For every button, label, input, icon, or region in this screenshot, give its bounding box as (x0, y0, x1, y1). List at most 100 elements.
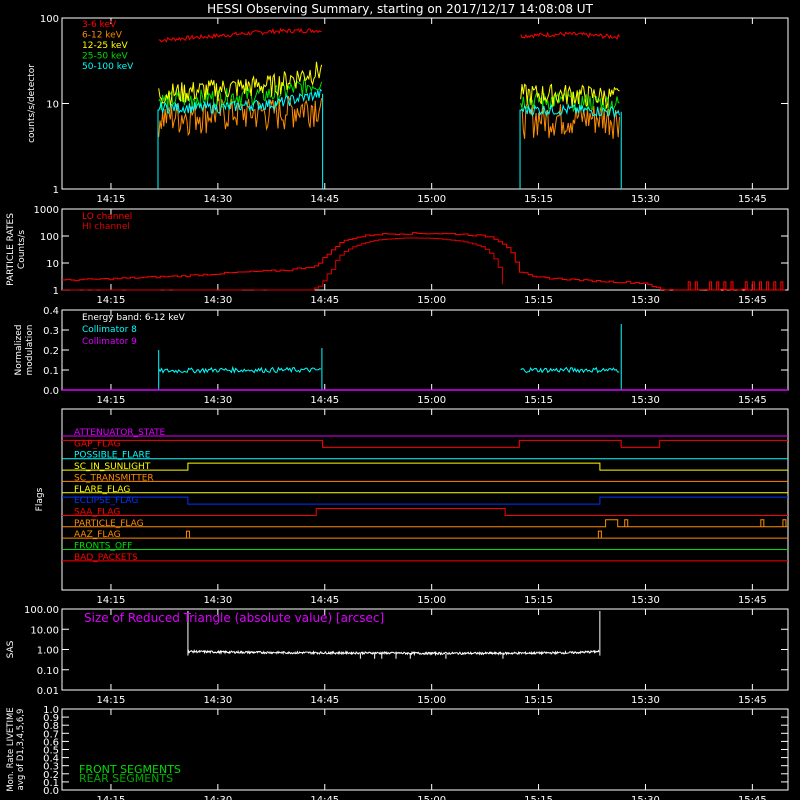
flag-line (62, 519, 788, 528)
series-line-3-6-keV (158, 27, 322, 43)
x-tick-label: 15:45 (738, 795, 767, 800)
x-tick-label: 14:30 (203, 194, 232, 205)
x-tick-label: 15:45 (738, 194, 767, 205)
x-tick-label: 15:15 (524, 795, 553, 800)
x-tick-label: 14:30 (203, 595, 232, 606)
x-tick-label: 14:30 (203, 295, 232, 306)
x-tick-label: 15:45 (738, 695, 767, 706)
flag-label: POSSIBLE_FLARE (74, 451, 151, 461)
flag-label: SC_IN_SUNLIGHT (74, 462, 151, 472)
x-tick-label: 14:30 (203, 695, 232, 706)
particle-rates-panel: 14:15 14:30 14:45 15:00 15:15 15:30 15:45 1 10 10… (6, 205, 789, 306)
x-tick-label: 15:45 (738, 295, 767, 306)
y-tick-label: 0.10 (37, 666, 59, 677)
legend-label: 3-6 keV (82, 20, 117, 30)
sas-panel: 14:15 14:30 14:45 15:00 15:15 15:30 15:45 0.01 0… (6, 605, 789, 706)
modulation-annotation: Energy band: 6-12 keV (82, 313, 186, 323)
y-tick-label: 0.4 (43, 306, 59, 317)
lo-channel-spike (758, 281, 762, 291)
x-tick-label: 14:15 (97, 395, 126, 406)
flag-spike (760, 519, 765, 527)
modulation-ylabel-1: Normalized (14, 324, 24, 375)
hessi-summary-chart: HESSI Observing Summary, starting on 201… (6, 2, 789, 800)
flag-label: FLARE_FLAG (74, 485, 130, 495)
y-tick-label: 1.0 (43, 705, 59, 716)
sas-ylabel: SAS (6, 640, 16, 658)
x-tick-label: 15:30 (631, 395, 660, 406)
legend-label: 12-25 keV (82, 41, 128, 51)
flag-spike (624, 519, 629, 527)
series-line-lo-channel (62, 232, 786, 291)
flag-label: GAP_FLAG (74, 439, 120, 449)
y-tick-label: 0.0 (43, 386, 59, 397)
lo-channel-spike (694, 281, 698, 291)
count-rates-ylabel: counts/s/detector (27, 64, 37, 143)
series-line-collimator-8 (520, 366, 620, 374)
y-tick-label: 1000 (34, 205, 59, 216)
modulation-ylabel-2: modulation (25, 325, 35, 376)
x-tick-label: 14:45 (310, 695, 339, 706)
x-tick-label: 14:45 (310, 194, 339, 205)
modulation-panel: 14:15 14:30 14:45 15:00 15:15 15:30 15:45 0.0 0.… (14, 306, 789, 406)
flag-label: SAA_FLAG (74, 507, 120, 517)
sas-annotation: Size of Reduced Triangle (absolute value… (84, 611, 384, 625)
x-tick-label: 15:00 (417, 795, 446, 800)
x-tick-label: 14:15 (97, 194, 126, 205)
y-tick-label: 0.2 (43, 346, 59, 357)
y-tick-label: 100 (40, 232, 59, 243)
legend-label: LO channel (82, 212, 132, 222)
x-tick-label: 15:30 (631, 695, 660, 706)
flag-line (62, 439, 788, 448)
flag-spike (782, 519, 787, 527)
x-tick-label: 15:45 (738, 595, 767, 606)
x-tick-label: 15:15 (524, 295, 553, 306)
legend-label: 6-12 keV (82, 31, 123, 41)
lo-channel-spike (730, 281, 734, 291)
y-tick-label: 10 (46, 259, 59, 270)
lo-channel-spike (716, 281, 720, 291)
x-tick-label: 15:00 (417, 695, 446, 706)
x-tick-label: 14:15 (97, 595, 126, 606)
flag-label: PARTICLE_FLAG (74, 519, 144, 529)
flag-line (62, 508, 788, 516)
livetime-panel: 14:1514:3014:4515:0015:1515:3015:450.00.… (6, 705, 789, 800)
x-tick-label: 15:15 (524, 695, 553, 706)
x-tick-label: 15:15 (524, 194, 553, 205)
y-tick-label: 10 (46, 100, 59, 111)
flag-spike (185, 530, 190, 539)
x-tick-label: 14:15 (97, 295, 126, 306)
flag-label: FRONTS_OFF (74, 542, 132, 552)
lo-channel-spike (773, 281, 777, 291)
x-tick-label: 14:30 (203, 795, 232, 800)
y-tick-label: 0.01 (37, 686, 59, 697)
x-tick-label: 14:15 (97, 695, 126, 706)
y-tick-label: 0.3 (43, 326, 59, 337)
legend-label: 25-50 keV (82, 52, 128, 62)
flag-label: SC_TRANSMITTER (74, 473, 154, 483)
y-tick-label: 1 (53, 185, 59, 196)
lo-channel-spike (751, 281, 755, 291)
x-tick-label: 15:00 (417, 395, 446, 406)
x-tick-label: 15:45 (738, 395, 767, 406)
flag-line (62, 462, 788, 471)
flag-spike (597, 530, 602, 539)
flag-line (62, 496, 788, 505)
lo-channel-spike (780, 281, 784, 291)
flag-label: BAD_PACKETS (74, 553, 138, 563)
y-tick-label: 100.00 (24, 605, 59, 616)
flag-label: ECLIPSE_FLAG (74, 496, 138, 506)
x-tick-label: 14:15 (97, 795, 126, 800)
lo-channel-spike (687, 281, 691, 291)
legend-label: Collimator 8 (82, 325, 137, 335)
x-tick-label: 15:00 (417, 295, 446, 306)
x-tick-label: 15:30 (631, 595, 660, 606)
flags-panel: 14:15 14:30 14:45 15:00 15:15 15:30 15:45 Flags… (35, 408, 789, 606)
x-tick-label: 15:15 (524, 395, 553, 406)
lo-channel-spike (723, 281, 727, 291)
lo-channel-spike (766, 281, 770, 291)
y-tick-label: 0.1 (43, 366, 59, 377)
x-tick-label: 14:30 (203, 395, 232, 406)
flag-label: ATTENUATOR_STATE (74, 428, 166, 438)
flags-ylabel: Flags (35, 487, 45, 511)
y-tick-label: 100 (40, 14, 59, 25)
